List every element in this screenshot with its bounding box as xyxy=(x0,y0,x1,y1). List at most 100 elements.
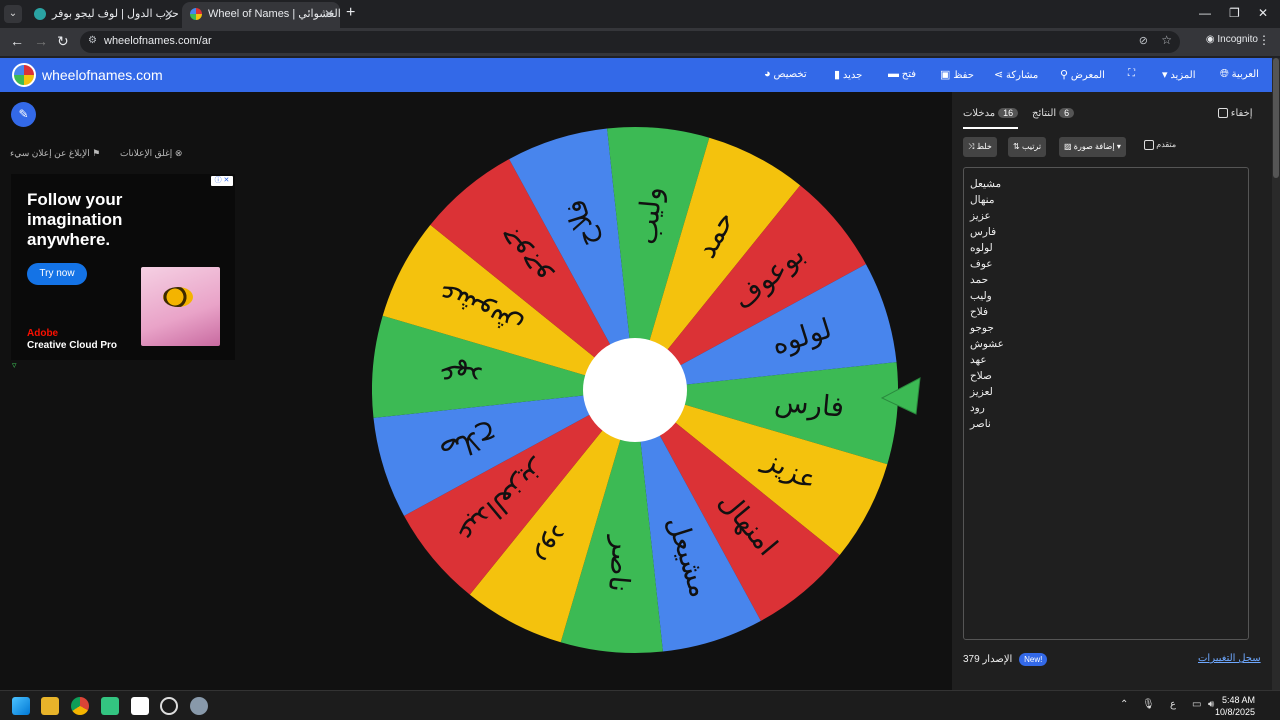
wheel-stage: ✎ الإبلاغ عن إعلان سيء ⚑ إغلق الإعلانات … xyxy=(0,92,952,690)
app-green-icon[interactable] xyxy=(101,697,119,715)
eye-off-icon[interactable]: ⊘ xyxy=(1139,34,1148,47)
browser-tab-strip: ⌄ لعبة حرب الدول | لوف ليجو بوفر ✕ Wheel… xyxy=(0,0,1280,28)
more-dropdown[interactable]: ▾ المزيد xyxy=(1158,68,1195,81)
wheel-center[interactable] xyxy=(583,338,687,442)
entries-textarea[interactable]: مشيعل منهال عزيز فارس لولوه عوف حمد وليب فلاح جوج… xyxy=(963,167,1249,640)
input-language[interactable]: ع xyxy=(1170,699,1176,710)
entry-line: لعزيز xyxy=(970,386,993,398)
report-ad-link[interactable]: الإبلاغ عن إعلان سيء ⚑ xyxy=(10,148,100,159)
wheel-segment-label: عهد xyxy=(437,357,484,394)
back-arrow-icon[interactable]: ← xyxy=(10,33,24,49)
entry-line: جوجو xyxy=(970,322,994,334)
restore-icon[interactable]: ❐ xyxy=(1229,6,1240,20)
folder-icon: ▬ xyxy=(888,68,899,80)
tab-search-button[interactable]: ⌄ xyxy=(4,5,22,23)
ad-choices-icon[interactable]: ⓘ ✕ xyxy=(211,176,233,186)
windows-start-icon[interactable] xyxy=(12,697,30,715)
advertisement[interactable]: ⓘ ✕ Follow your imagination anywhere. Tr… xyxy=(11,174,235,360)
bee-icon xyxy=(163,287,193,307)
taskbar: ⌃ 🎙︎ ع ▭ 🔊︎ 5:48 AM 10/8/2025 xyxy=(0,690,1280,720)
close-tab-icon[interactable]: ✕ xyxy=(164,2,174,26)
obs-icon[interactable] xyxy=(160,697,178,715)
browser-tab-2[interactable]: Wheel of Names | اسم العشوائي ✕ xyxy=(182,2,340,28)
chevron-up-icon[interactable]: ⌃ xyxy=(1120,699,1128,710)
entry-line: ناصر xyxy=(970,418,991,430)
reload-icon[interactable]: ↻ xyxy=(57,33,69,50)
entry-line: حمد xyxy=(970,274,989,286)
chevron-down-icon: ▾ xyxy=(1116,142,1121,151)
shuffle-icon: ⤨ xyxy=(968,142,975,151)
settings-gear-icon[interactable] xyxy=(190,697,208,715)
advanced-toggle[interactable]: متقدم xyxy=(1144,140,1176,150)
chrome-icon[interactable] xyxy=(71,697,89,715)
entry-line: وليب xyxy=(970,290,992,302)
entry-line: رود xyxy=(970,402,985,414)
app-header: wheelofnames.com ◕ تخصيص ▮ جديد ▬ فتح ▣ … xyxy=(0,58,1272,92)
entry-line: منهال xyxy=(970,194,995,206)
add-image-dropdown[interactable]: ▨ إضافة صورة ▾ xyxy=(1059,137,1126,157)
network-icon[interactable]: ▭ xyxy=(1192,699,1201,710)
new-badge: New! xyxy=(1019,653,1048,666)
star-icon[interactable]: ☆ xyxy=(1161,33,1172,47)
site-name[interactable]: wheelofnames.com xyxy=(42,67,163,83)
share-button[interactable]: ⋖ مشاركة xyxy=(990,68,1038,81)
favicon-icon xyxy=(34,8,46,20)
gallery-button[interactable]: ⚲ المعرض xyxy=(1056,68,1105,81)
entry-line: مشيعل xyxy=(970,178,1002,190)
close-window-icon[interactable]: ✕ xyxy=(1258,6,1268,20)
language-selector[interactable]: 🌐︎ العربية xyxy=(1216,68,1259,81)
browser-toolbar: ← → ↻ ⚙ wheelofnames.com/ar ⊘ ☆ ◉ Incogn… xyxy=(0,28,1280,56)
forward-arrow-icon[interactable]: → xyxy=(34,33,48,49)
flag-icon: ⚑ xyxy=(92,148,101,158)
open-button[interactable]: ▬ فتح xyxy=(884,68,916,80)
ad-headline: Follow your imagination anywhere. xyxy=(27,190,123,249)
volume-icon[interactable]: 🔊︎ xyxy=(1208,699,1214,710)
customize-button[interactable]: ◕ تخصيص xyxy=(760,68,807,80)
ad-bee-image xyxy=(141,267,220,346)
site-info-icon[interactable]: ⚙ xyxy=(88,35,98,47)
microphone-icon[interactable]: 🎙︎ xyxy=(1142,699,1155,710)
url-text: wheelofnames.com/ar xyxy=(104,35,212,47)
tab-title: Wheel of Names | اسم العشوائي xyxy=(208,8,340,20)
tab-results[interactable]: النتائج 6 xyxy=(1032,108,1075,119)
fullscreen-button[interactable]: ⛶ xyxy=(1128,68,1135,79)
ad-marker-icon: ▿ xyxy=(12,360,17,370)
new-button[interactable]: ▮ جديد xyxy=(830,68,862,81)
file-icon: ▮ xyxy=(834,69,841,81)
close-tab-icon[interactable]: ✕ xyxy=(324,2,334,26)
file-explorer-icon[interactable] xyxy=(41,697,59,715)
advanced-checkbox[interactable] xyxy=(1144,140,1154,150)
kebab-menu-icon[interactable]: ⋮ xyxy=(1258,33,1270,47)
entry-line: فلاح xyxy=(970,306,989,318)
entry-line: فارس xyxy=(970,226,997,238)
close-circle-icon: ⊗ xyxy=(174,148,183,158)
new-tab-button[interactable]: + xyxy=(346,4,355,22)
hide-checkbox[interactable] xyxy=(1218,108,1228,119)
save-button[interactable]: ▣ حفظ xyxy=(936,68,974,81)
hide-toggle[interactable]: إخفاء xyxy=(1218,108,1253,119)
minimize-icon[interactable]: — xyxy=(1199,6,1211,20)
changelog-link[interactable]: سجل التغييرات xyxy=(1198,653,1261,664)
wheel-logo-icon[interactable] xyxy=(12,63,36,87)
ad-try-now-button[interactable]: Try now xyxy=(27,263,87,285)
app-dark-icon[interactable] xyxy=(131,697,149,715)
entry-line: صلاح xyxy=(970,370,992,382)
ad-brand: Adobe Creative Cloud Pro xyxy=(27,328,118,351)
taskbar-clock[interactable]: 5:48 AM 10/8/2025 xyxy=(1215,694,1255,718)
version-info: 379 الإصدار New! xyxy=(963,653,1048,666)
shuffle-button[interactable]: ⤨ خلط xyxy=(963,137,997,157)
page-scrollbar[interactable] xyxy=(1272,58,1280,690)
chevron-down-icon: ▾ xyxy=(1162,69,1168,81)
incognito-indicator[interactable]: ◉ Incognito xyxy=(1206,34,1258,45)
globe-icon: 🌐︎ xyxy=(1220,68,1229,80)
edit-pencil-button[interactable]: ✎ xyxy=(11,102,36,127)
sort-button[interactable]: ⇅ ترتيب xyxy=(1008,137,1047,157)
entries-list: مشيعل منهال عزيز فارس لولوه عوف حمد وليب فلاح جوج… xyxy=(970,176,1004,432)
address-bar[interactable]: ⚙ wheelofnames.com/ar ⊘ ☆ xyxy=(80,31,1180,53)
tab-entries[interactable]: مدخلات 16 xyxy=(963,108,1019,129)
browser-tab-1[interactable]: لعبة حرب الدول | لوف ليجو بوفر ✕ xyxy=(26,2,180,28)
fullscreen-icon: ⛶ xyxy=(1128,68,1135,79)
close-ads-link[interactable]: إغلق الإعلانات ⊗ xyxy=(120,148,182,159)
scrollbar-thumb[interactable] xyxy=(1273,58,1279,178)
wheel[interactable]: فارسعزيزامنهالمشيعلناصررودعبدالعزيزصلاحع… xyxy=(372,126,932,656)
